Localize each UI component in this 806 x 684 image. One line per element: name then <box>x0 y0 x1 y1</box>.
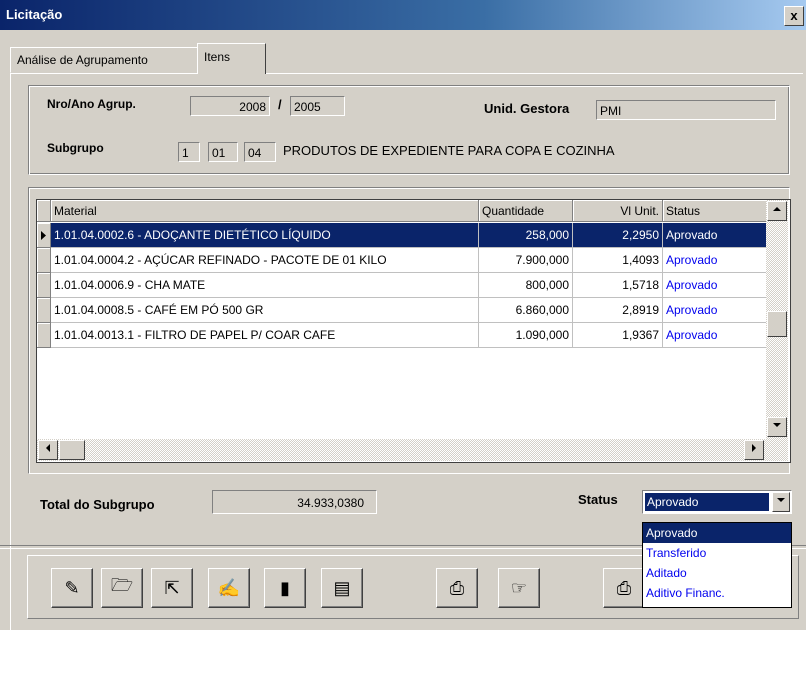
edit-icon: ✎ <box>64 577 80 598</box>
status-option-transferido[interactable]: Transferido <box>643 543 791 563</box>
status-selected-value: Aprovado <box>645 493 769 511</box>
pointer-button[interactable]: ☞ <box>498 568 540 608</box>
subgrupo-field-1: 1 <box>178 142 200 162</box>
vertical-scrollbar[interactable] <box>766 200 788 439</box>
total-subgrupo-field: 34.933,0380 <box>212 490 377 514</box>
subgrupo-description: PRODUTOS DE EXPEDIENTE PARA COPA E COZIN… <box>283 143 615 158</box>
cell-vl-unit[interactable]: 1,4093 <box>573 248 663 273</box>
col-header-quantidade[interactable]: Quantidade <box>479 200 573 222</box>
cell-quantidade[interactable]: 6.860,000 <box>479 298 573 323</box>
table-row[interactable]: 1.01.04.0008.5 - CAFÉ EM PÓ 500 GR 6.860… <box>37 298 767 323</box>
status-dropdown-list: Aprovado Transferido Aditado Aditivo Fin… <box>642 522 792 608</box>
scroll-down-button[interactable] <box>767 417 787 437</box>
ano-field: 2005 <box>290 96 345 116</box>
row-indicator <box>37 273 51 298</box>
scroll-left-button[interactable] <box>38 440 58 460</box>
cell-vl-unit[interactable]: 2,8919 <box>573 298 663 323</box>
status-label: Status <box>578 492 618 507</box>
chart-icon: ▮ <box>280 577 290 598</box>
arrow-up-icon <box>773 207 781 211</box>
status-select[interactable]: Aprovado <box>642 490 792 514</box>
tab-itens[interactable]: Itens <box>197 43 266 74</box>
horizontal-scrollbar[interactable] <box>37 439 788 461</box>
cell-material[interactable]: 1.01.04.0008.5 - CAFÉ EM PÓ 500 GR <box>51 298 479 323</box>
slash-label: / <box>278 97 282 112</box>
close-button[interactable]: x <box>784 6 804 26</box>
row-indicator <box>37 248 51 273</box>
col-header-material[interactable]: Material <box>51 200 479 222</box>
nro-field: 2008 <box>190 96 270 116</box>
cell-material[interactable]: 1.01.04.0013.1 - FILTRO DE PAPEL P/ COAR… <box>51 323 479 348</box>
subgrupo-field-2: 01 <box>208 142 238 162</box>
arrow-down-icon <box>773 423 781 427</box>
cell-vl-unit[interactable]: 1,9367 <box>573 323 663 348</box>
chevron-down-icon <box>777 498 785 502</box>
col-header-vl-unit[interactable]: Vl Unit. <box>573 200 663 222</box>
cell-status[interactable]: Aprovado <box>663 298 767 323</box>
header-groupbox <box>28 85 790 175</box>
cell-material[interactable]: 1.01.04.0004.2 - AÇÚCAR REFINADO - PACOT… <box>51 248 479 273</box>
cell-quantidade[interactable]: 1.090,000 <box>479 323 573 348</box>
licitacao-window: Licitação x Análise de Agrupamento Itens… <box>0 0 806 684</box>
cell-quantidade[interactable]: 7.900,000 <box>479 248 573 273</box>
unid-gestora-field: PMI <box>596 100 776 120</box>
current-row-arrow-icon <box>41 231 46 240</box>
scroll-right-button[interactable] <box>744 440 764 460</box>
cell-quantidade[interactable]: 258,000 <box>479 223 573 248</box>
status-dropdown-button[interactable] <box>772 492 790 512</box>
scroll-up-button[interactable] <box>767 201 787 221</box>
open-button[interactable]: 🗁 <box>101 568 143 608</box>
open-folder-icon: 🗁 <box>110 575 134 595</box>
horizontal-scroll-thumb[interactable] <box>59 440 85 460</box>
notes-button[interactable]: ✍ <box>208 568 250 608</box>
print-button[interactable]: ⎙ <box>603 568 645 608</box>
clipboard-button[interactable]: ▤ <box>321 568 363 608</box>
cell-material[interactable]: 1.01.04.0002.6 - ADOÇANTE DIETÉTICO LÍQU… <box>51 223 479 248</box>
subgrupo-field-3: 04 <box>244 142 276 162</box>
cell-status[interactable]: Aprovado <box>663 223 767 248</box>
cell-status[interactable]: Aprovado <box>663 323 767 348</box>
print-preview-icon: ⎙ <box>449 577 465 598</box>
print-icon: ⎙ <box>616 577 632 598</box>
edit-button[interactable]: ✎ <box>51 568 93 608</box>
row-indicator <box>37 223 51 248</box>
table-row[interactable]: 1.01.04.0006.9 - CHA MATE 800,000 1,5718… <box>37 273 767 298</box>
cell-status[interactable]: Aprovado <box>663 248 767 273</box>
window-title: Licitação <box>6 7 63 22</box>
cell-vl-unit[interactable]: 1,5718 <box>573 273 663 298</box>
status-option-aditado[interactable]: Aditado <box>643 563 791 583</box>
table-row[interactable]: 1.01.04.0002.6 - ADOÇANTE DIETÉTICO LÍQU… <box>37 223 767 248</box>
unid-gestora-label: Unid. Gestora <box>484 101 570 116</box>
print-preview-button[interactable]: ⎙ <box>436 568 478 608</box>
table-row[interactable]: 1.01.04.0013.1 - FILTRO DE PAPEL P/ COAR… <box>37 323 767 348</box>
items-grid[interactable]: Material Quantidade Vl Unit. Status 1.01… <box>36 199 791 463</box>
pointer-icon: ☞ <box>510 577 528 598</box>
cell-status[interactable]: Aprovado <box>663 273 767 298</box>
export-icon: ⇱ <box>164 577 180 598</box>
vertical-scroll-thumb[interactable] <box>767 311 787 337</box>
subgrupo-label: Subgrupo <box>47 141 104 155</box>
cell-vl-unit[interactable]: 2,2950 <box>573 223 663 248</box>
col-header-status[interactable]: Status <box>663 200 767 222</box>
arrow-left-icon <box>46 444 50 452</box>
nro-ano-label: Nro/Ano Agrup. <box>47 97 136 111</box>
arrow-right-icon <box>752 444 756 452</box>
clipboard-icon: ▤ <box>333 577 351 598</box>
row-indicator <box>37 298 51 323</box>
chart-button[interactable]: ▮ <box>264 568 306 608</box>
cell-material[interactable]: 1.01.04.0006.9 - CHA MATE <box>51 273 479 298</box>
status-option-aprovado[interactable]: Aprovado <box>643 523 791 543</box>
total-subgrupo-label: Total do Subgrupo <box>40 497 155 512</box>
cell-quantidade[interactable]: 800,000 <box>479 273 573 298</box>
export-button[interactable]: ⇱ <box>151 568 193 608</box>
notes-icon: ✍ <box>217 577 241 598</box>
title-bar: Licitação x <box>0 0 806 30</box>
row-indicator <box>37 323 51 348</box>
tab-analise-agrupamento[interactable]: Análise de Agrupamento <box>10 47 199 73</box>
header-corner <box>37 200 51 222</box>
table-row[interactable]: 1.01.04.0004.2 - AÇÚCAR REFINADO - PACOT… <box>37 248 767 273</box>
status-option-aditivo-financ[interactable]: Aditivo Financ. <box>643 583 791 603</box>
